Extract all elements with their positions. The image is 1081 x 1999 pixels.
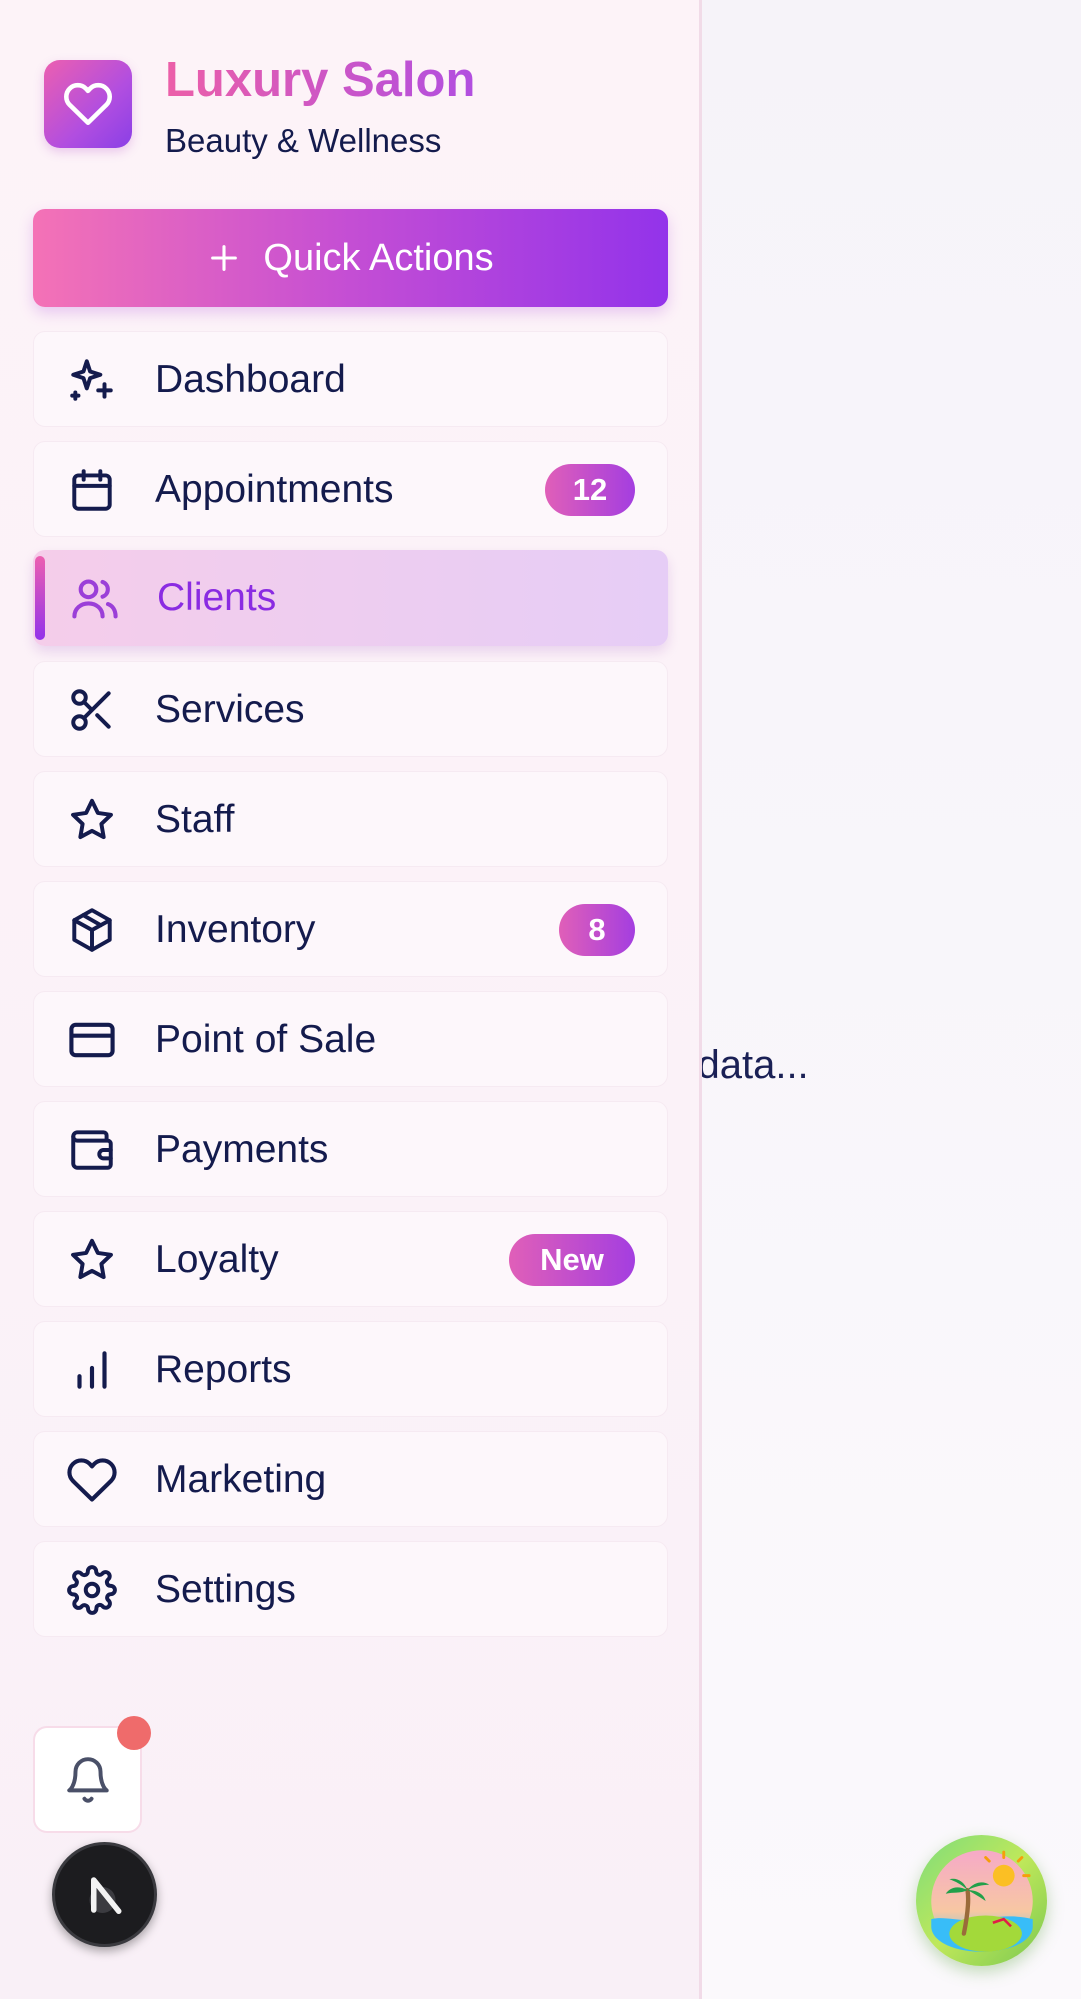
sidebar-item-dashboard[interactable]: Dashboard [33, 331, 668, 427]
package-icon [66, 904, 118, 956]
sidebar-item-settings[interactable]: Settings [33, 1541, 668, 1637]
sidebar-item-inventory[interactable]: Inventory 8 [33, 881, 668, 977]
logo-icon [89, 1876, 121, 1914]
bar-chart-icon [66, 1344, 118, 1396]
users-icon [69, 572, 121, 624]
scissors-icon [66, 684, 118, 736]
sparkles-icon [66, 354, 118, 406]
sidebar-item-services[interactable]: Services [33, 661, 668, 757]
sidebar-item-label: Marketing [155, 1458, 327, 1501]
sidebar-item-label: Staff [155, 798, 235, 841]
island-icon [930, 1849, 1033, 1952]
sidebar-item-marketing[interactable]: Marketing [33, 1431, 668, 1527]
sidebar-item-appointments[interactable]: Appointments 12 [33, 441, 668, 537]
sidebar-item-label: Reports [155, 1348, 292, 1391]
calendar-icon [66, 464, 118, 516]
brand-title: Luxury Salon [165, 53, 476, 107]
sidebar-item-label: Services [155, 688, 305, 731]
star-icon [66, 794, 118, 846]
sidebar-item-label: Clients [157, 576, 277, 619]
sidebar-item-staff[interactable]: Staff [33, 771, 668, 867]
sidebar: Luxury Salon Beauty & Wellness Quick Act… [0, 0, 702, 1999]
wallet-icon [66, 1124, 118, 1176]
sidebar-item-payments[interactable]: Payments [33, 1101, 668, 1197]
dev-tools-button[interactable] [52, 1842, 157, 1947]
sidebar-item-point-of-sale[interactable]: Point of Sale [33, 991, 668, 1087]
notification-dot [117, 1716, 151, 1750]
sidebar-item-label: Inventory [155, 908, 316, 951]
sidebar-item-label: Settings [155, 1568, 296, 1611]
bell-icon [66, 1756, 109, 1803]
sidebar-item-label: Payments [155, 1128, 329, 1171]
island-button[interactable] [916, 1835, 1047, 1966]
brand-subtitle: Beauty & Wellness [165, 122, 442, 159]
sidebar-item-label: Point of Sale [155, 1018, 377, 1061]
credit-card-icon [66, 1014, 118, 1066]
main-content [702, 0, 1081, 1999]
sidebar-item-label: Loyalty [155, 1238, 279, 1281]
appointments-count-badge: 12 [545, 464, 635, 516]
quick-actions-label: Quick Actions [263, 236, 494, 279]
inventory-count-badge: 8 [559, 904, 635, 956]
heart-icon [66, 1454, 118, 1506]
loyalty-new-badge: New [509, 1234, 635, 1286]
gear-icon [66, 1564, 118, 1616]
sidebar-item-clients[interactable]: Clients [33, 550, 668, 646]
plus-icon [211, 245, 238, 271]
heart-icon [64, 82, 112, 126]
active-indicator [35, 556, 45, 640]
loading-text: data... [686, 1043, 809, 1087]
sidebar-item-label: Dashboard [155, 358, 346, 401]
quick-actions-button[interactable]: Quick Actions [33, 209, 668, 307]
sidebar-item-reports[interactable]: Reports [33, 1321, 668, 1417]
logo[interactable] [44, 60, 132, 148]
star-icon [66, 1234, 118, 1286]
sidebar-item-loyalty[interactable]: Loyalty New [33, 1211, 668, 1307]
sidebar-item-label: Appointments [155, 468, 394, 511]
